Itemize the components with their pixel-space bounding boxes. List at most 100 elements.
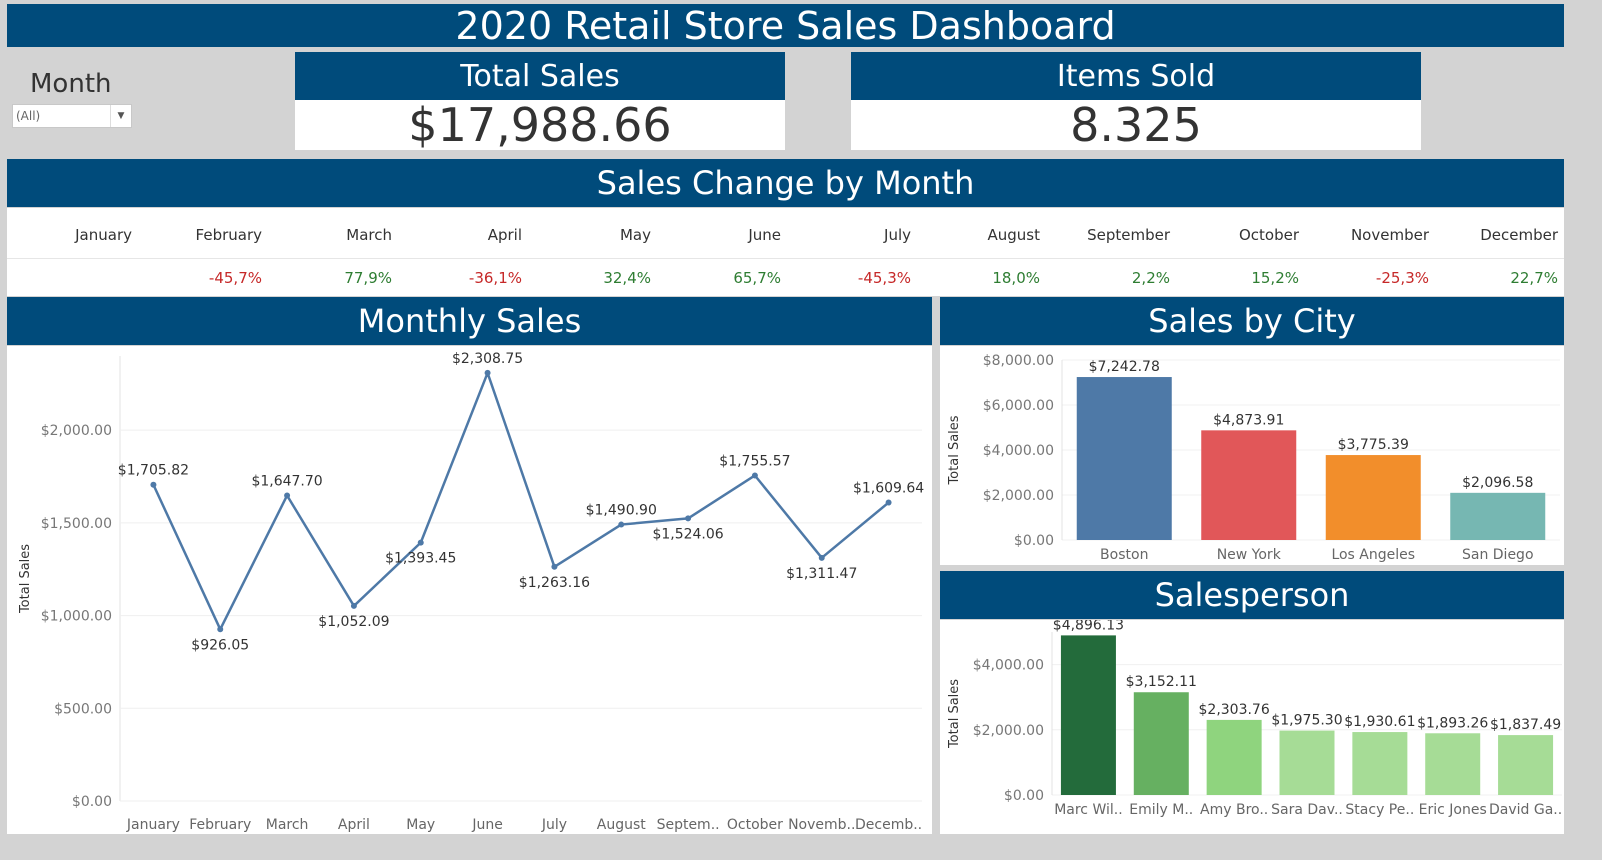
salesperson-title: Salesperson (1154, 576, 1350, 614)
x-tick-label: June (471, 817, 503, 833)
month-change: -45,3% (857, 269, 911, 287)
bar-value-label: $3,775.39 (1338, 437, 1409, 453)
month-change: -45,7% (208, 269, 262, 287)
y-tick-label: $2,000.00 (41, 423, 112, 439)
bar (1498, 735, 1554, 795)
data-point (751, 472, 758, 479)
month-header: October (1238, 226, 1299, 244)
salesperson-panel: $0.00 $2,000.00 $4,000.00 Total Sales $4,896… (940, 617, 1564, 834)
data-label: $1,609.64 (853, 481, 924, 497)
y-axis-title: Total Sales (947, 679, 962, 749)
data-point (551, 563, 558, 570)
y-tick-label: $0.00 (1004, 788, 1044, 804)
y-tick-label: $6,000.00 (983, 398, 1054, 414)
data-label: $1,524.06 (652, 526, 723, 542)
sales-change-header: Sales Change by Month (7, 159, 1564, 207)
data-point (618, 521, 625, 528)
sales-by-city-panel: $0.00 $2,000.00 $4,000.00 $6,000.00 $8,000.0… (940, 346, 1564, 565)
items-sold-label: Items Sold (1056, 58, 1216, 94)
data-label: $2,308.75 (452, 351, 523, 367)
x-tick-label: San Diego (1462, 547, 1534, 563)
month-filter: Month (All) ▼ (12, 66, 132, 128)
bar (1325, 455, 1421, 540)
x-tick-label: Septem.. (657, 817, 720, 833)
data-point (284, 492, 291, 499)
month-filter-label: Month (30, 69, 112, 99)
x-tick-label: Marc Wil.. (1054, 802, 1122, 818)
data-point (350, 602, 357, 609)
y-tick-label: $4,000.00 (973, 658, 1044, 674)
bar (1206, 719, 1262, 795)
x-tick-label: July (541, 817, 567, 833)
y-axis-title: Total Sales (18, 544, 33, 614)
bar (1352, 732, 1408, 795)
data-label: $1,755.57 (719, 453, 790, 469)
month-header: May (619, 226, 651, 244)
sales-change-table: January February March April May June Ju… (7, 208, 1564, 296)
dashboard-title-bar: 2020 Retail Store Sales Dashboard (7, 4, 1564, 48)
x-tick-label: February (189, 817, 251, 833)
y-tick-label: $0.00 (72, 794, 112, 810)
x-tick-label: Eric Jones (1419, 802, 1487, 818)
bar-value-label: $1,975.30 (1271, 713, 1342, 729)
bar-value-label: $2,303.76 (1199, 702, 1270, 718)
bar-value-label: $1,930.61 (1344, 714, 1415, 730)
data-label: $1,705.82 (118, 463, 189, 479)
bar-value-label: $4,896.13 (1053, 620, 1124, 633)
sales-by-city-chart: $0.00 $2,000.00 $4,000.00 $6,000.00 $8,000.0… (947, 353, 1560, 563)
data-point (818, 554, 825, 561)
x-tick-label: Boston (1100, 547, 1148, 563)
monthly-sales-panel: $0.00 $500.00 $1,000.00 $1,500.00 $2,000.00 T… (7, 346, 932, 834)
x-tick-label: Emily M.. (1129, 802, 1193, 818)
y-tick-label: $0.00 (1014, 533, 1054, 549)
bar (1450, 492, 1546, 540)
data-label: $1,647.70 (251, 473, 322, 489)
bar (1201, 430, 1297, 540)
items-sold-card: 8.325 (851, 98, 1421, 152)
month-header: February (195, 226, 262, 244)
x-tick-label: October (727, 817, 783, 833)
data-point (885, 499, 892, 506)
data-label: $926.05 (191, 637, 249, 653)
y-tick-label: $4,000.00 (983, 443, 1054, 459)
sales-by-city-header: Sales by City (940, 297, 1564, 345)
month-header: July (884, 226, 911, 244)
bar-value-label: $4,873.91 (1213, 412, 1284, 428)
month-change: 2,2% (1131, 269, 1170, 287)
x-tick-label: Novemb.. (788, 817, 855, 833)
monthly-sales-line (152, 371, 890, 631)
month-change: 15,2% (1251, 269, 1299, 287)
monthly-sales-title: Monthly Sales (357, 302, 582, 340)
x-tick-label: March (266, 817, 309, 833)
bar-value-label: $3,152.11 (1126, 674, 1197, 690)
x-tick-label: Amy Bro.. (1200, 802, 1268, 818)
data-label: $1,490.90 (586, 503, 657, 519)
month-change: 22,7% (1510, 269, 1558, 287)
y-tick-label: $2,000.00 (973, 723, 1044, 739)
bar-value-label: $7,242.78 (1089, 359, 1160, 375)
total-sales-header: Total Sales (295, 52, 785, 100)
y-tick-label: $500.00 (54, 701, 112, 717)
month-change (7, 255, 132, 301)
month-header: January (75, 226, 132, 244)
total-sales-label: Total Sales (460, 58, 620, 94)
monthly-sales-header: Monthly Sales (7, 297, 932, 345)
bar (1133, 692, 1189, 795)
chevron-down-icon[interactable]: ▼ (110, 105, 131, 127)
x-tick-label: David Ga.. (1489, 802, 1562, 818)
x-tick-label: August (597, 817, 647, 833)
x-tick-label: May (406, 817, 435, 833)
month-change: 32,4% (603, 269, 651, 287)
sales-change-title: Sales Change by Month (596, 164, 975, 202)
month-filter-dropdown[interactable]: (All) ▼ (12, 104, 132, 128)
bar-value-label: $1,893.26 (1417, 715, 1488, 731)
data-point (150, 481, 157, 488)
data-point (417, 539, 424, 546)
monthly-sales-chart: $0.00 $500.00 $1,000.00 $1,500.00 $2,000.00 T… (18, 351, 924, 833)
data-label: $1,393.45 (385, 551, 456, 567)
data-label: $1,263.16 (519, 575, 590, 591)
bar-value-label: $2,096.58 (1462, 475, 1533, 491)
bar (1060, 635, 1116, 795)
month-header: November (1350, 226, 1429, 244)
month-change: 65,7% (733, 269, 781, 287)
